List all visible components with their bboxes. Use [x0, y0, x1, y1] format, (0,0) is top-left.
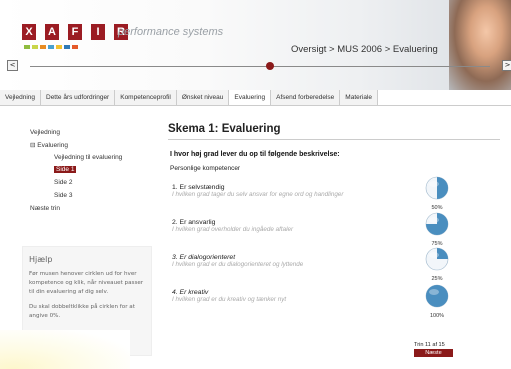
tab-oensket-niveau[interactable]: Ønsket niveau: [176, 90, 230, 105]
question-text: I hvor høj grad lever du op til følgende…: [170, 151, 340, 158]
tab-materiale[interactable]: Materiale: [340, 90, 379, 105]
rating-pie-wrap: 75%: [424, 212, 450, 247]
next-button[interactable]: Næste: [414, 349, 453, 357]
sidebar-item-side-3[interactable]: Side 3: [54, 192, 72, 199]
competence-title: 4. Er kreativ: [172, 289, 209, 296]
competence-item: 2. Er ansvarlig I hvilken grad overholde…: [172, 219, 422, 233]
sidebar-item-side-2[interactable]: Side 2: [54, 179, 72, 186]
prev-page-button[interactable]: <: [7, 60, 18, 71]
tab-kompetenceprofil[interactable]: Kompetenceprofil: [115, 90, 177, 105]
logo-dot: [64, 45, 70, 49]
logo-dot: [32, 45, 38, 49]
tab-udfordringer[interactable]: Dette års udfordringer: [41, 90, 116, 105]
competence-description: I hvilken grad er du dialogorienteret og…: [172, 261, 304, 268]
logo-letter: A: [45, 24, 59, 40]
competence-item: 4. Er kreativ I hvilken grad er du kreat…: [172, 289, 422, 303]
competence-item: 3. Er dialogorienteret I hvilken grad er…: [172, 254, 422, 268]
logo-letter: F: [68, 24, 82, 40]
competence-description: I hvilken grad er du kreativ og tænker n…: [172, 296, 287, 303]
competence-description: I hvilken grad overholder du ingåede aft…: [172, 226, 294, 233]
help-text-note: Du skal dobbeltklikke på cirklen for at …: [29, 304, 135, 319]
section-subhead: Personlige kompetencer: [170, 165, 241, 172]
evaluation-form: Skema 1: Evaluering I hvor høj grad leve…: [160, 117, 500, 357]
rating-pie-selector[interactable]: [425, 284, 449, 308]
logo-dot: [72, 45, 78, 49]
competence-description: I hvilken grad tager du selv ansvar for …: [172, 191, 344, 198]
step-counter: Trin 11 af 15: [414, 342, 445, 348]
logo-dot: [48, 45, 54, 49]
logo-tagline: performance systems: [118, 26, 224, 38]
logo-dot: [56, 45, 62, 49]
rating-percent: 25%: [431, 276, 443, 282]
breadcrumb: Oversigt > MUS 2006 > Evaluering: [291, 44, 438, 55]
logo-dot: [24, 45, 30, 49]
sidebar-item-naeste-trin[interactable]: Næste trin: [30, 205, 60, 212]
competence-title: 2. Er ansvarlig: [172, 219, 216, 226]
logo-letter: I: [91, 24, 105, 40]
rating-pie-selector[interactable]: [425, 212, 449, 236]
help-text-instructions: Før musen henover cirklen ud for hver ko…: [29, 271, 144, 295]
page-title: Skema 1: Evaluering: [168, 123, 281, 135]
sidebar-tree: Vejledning ⊟ Evaluering Vejledning til e…: [22, 117, 152, 227]
rating-pie-selector[interactable]: [425, 176, 449, 200]
help-text: Før musen henover cirklen ud for hver ko…: [29, 270, 147, 321]
next-page-button[interactable]: >: [502, 60, 511, 71]
header: X A F I R performance systems Oversigt >…: [0, 0, 511, 90]
header-photo: [449, 0, 511, 90]
progress-timeline: [30, 66, 490, 67]
sidebar-item-side-1[interactable]: Side 1: [54, 166, 77, 173]
rating-pie-wrap: 100%: [424, 284, 450, 319]
sidebar-item-vejledning[interactable]: Vejledning: [30, 129, 60, 136]
timeline-position-marker: [266, 62, 274, 70]
rating-pie-wrap: 25%: [424, 247, 450, 282]
tab-evaluering[interactable]: Evaluering: [229, 90, 272, 105]
competence-title: 3. Er dialogorienteret: [172, 254, 236, 261]
logo-color-dots: [24, 45, 78, 49]
competence-title: 1. Er selvstændig: [172, 184, 225, 191]
competence-item: 1. Er selvstændig I hvilken grad tager d…: [172, 184, 422, 198]
sidebar-item-vejledning-til-evaluering[interactable]: Vejledning til evaluering: [54, 154, 122, 161]
tab-bar: Vejledning Dette års udfordringer Kompet…: [0, 90, 511, 106]
tab-afsend[interactable]: Afsend forberedelse: [271, 90, 341, 105]
tab-vejledning[interactable]: Vejledning: [0, 90, 41, 105]
logo-letter: X: [22, 24, 36, 40]
logo-dot: [40, 45, 46, 49]
sidebar-item-evaluering[interactable]: ⊟ Evaluering: [30, 141, 68, 149]
rating-pie-wrap: 50%: [424, 176, 450, 211]
help-title: Hjælp: [29, 255, 53, 264]
rating-percent: 50%: [431, 205, 443, 211]
title-divider: [168, 139, 500, 140]
rating-percent: 100%: [429, 313, 445, 319]
decorative-swoosh: [0, 330, 130, 369]
rating-pie-selector[interactable]: [425, 247, 449, 271]
